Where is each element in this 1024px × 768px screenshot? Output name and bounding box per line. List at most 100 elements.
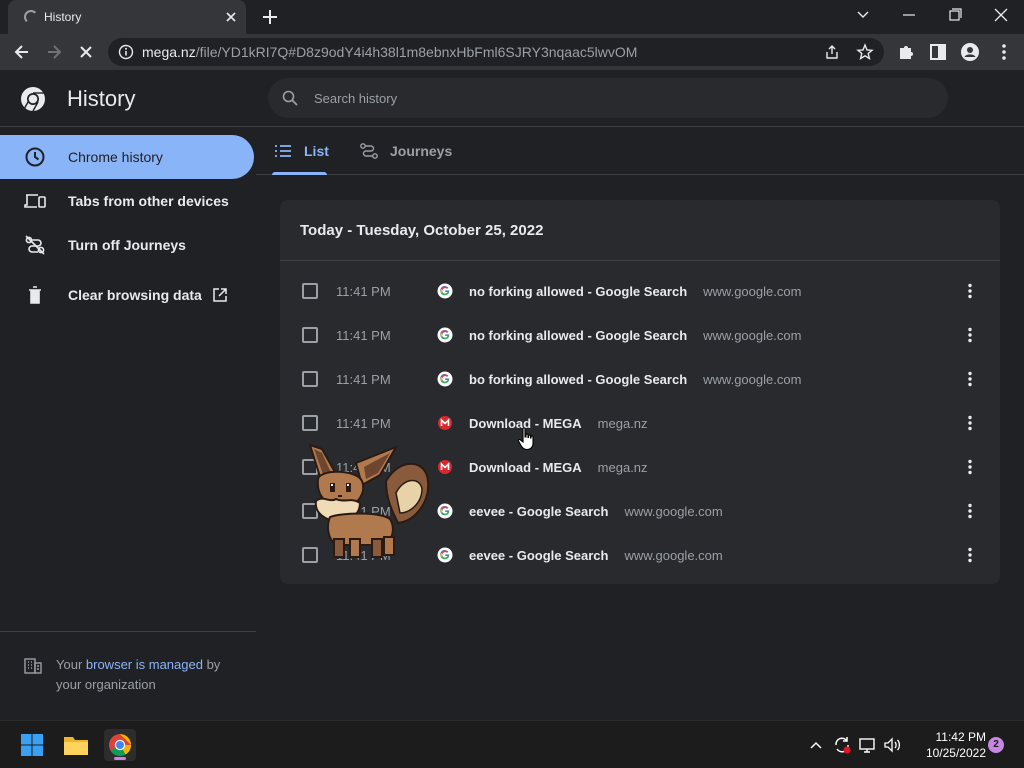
row-time: 11:41 PM	[336, 416, 391, 431]
row-checkbox[interactable]	[302, 327, 318, 343]
clock-time: 11:42 PM	[935, 730, 986, 744]
row-checkbox[interactable]	[302, 371, 318, 387]
more-actions-icon[interactable]	[960, 545, 980, 565]
row-time: 11:41 PM	[336, 372, 391, 387]
search-input[interactable]	[314, 78, 914, 118]
start-button[interactable]	[16, 729, 48, 761]
windows-logo-icon	[21, 734, 43, 756]
share-icon[interactable]	[824, 44, 840, 60]
row-time: 11:41 PM	[336, 284, 391, 299]
tab-search-chevron-icon[interactable]	[850, 4, 876, 26]
building-icon	[24, 658, 42, 674]
restore-button[interactable]	[942, 4, 968, 26]
history-row[interactable]: 11:41 PM no forking allowed - Google Sea…	[280, 313, 1000, 357]
google-favicon-icon	[437, 327, 453, 343]
sidebar-item-chrome-history[interactable]: Chrome history	[0, 135, 254, 179]
site-info-icon[interactable]	[118, 44, 134, 60]
url-host: mega.nz	[142, 44, 196, 60]
sidebar-item-label: Turn off Journeys	[68, 237, 186, 253]
volume-icon[interactable]	[882, 735, 902, 755]
tab-strip: History	[0, 0, 1024, 34]
tab-label: List	[304, 143, 329, 159]
google-favicon-icon	[437, 283, 453, 299]
close-window-button[interactable]	[988, 4, 1014, 26]
row-title[interactable]: bo forking allowed - Google Search www.go…	[469, 372, 801, 387]
history-tabs: List Journeys	[256, 127, 1024, 175]
profile-avatar-icon[interactable]	[960, 42, 980, 62]
sidebar-item-tabs-other-devices[interactable]: Tabs from other devices	[0, 179, 254, 223]
sidebar-item-turn-off-journeys[interactable]: Turn off Journeys	[0, 223, 254, 267]
more-actions-icon[interactable]	[960, 325, 980, 345]
row-domain: mega.nz	[597, 416, 648, 431]
search-history-box[interactable]	[268, 78, 948, 118]
forward-arrow-icon[interactable]	[44, 42, 64, 62]
taskbar-clock[interactable]: 11:42 PM 10/25/2022	[906, 729, 986, 761]
row-title[interactable]: Download - MEGA mega.nz	[469, 460, 648, 475]
managed-prefix: Your	[56, 657, 86, 672]
chrome-taskbar-button[interactable]	[104, 729, 136, 761]
history-row[interactable]: 11:41 PM Download - MEGAmega.nz	[280, 401, 1000, 445]
search-icon	[282, 90, 298, 106]
tab-list[interactable]: List	[272, 127, 329, 175]
show-hidden-icons-chevron-icon[interactable]	[806, 735, 826, 755]
more-actions-icon[interactable]	[960, 457, 980, 477]
google-favicon-icon	[437, 547, 453, 563]
row-domain: www.google.com	[703, 284, 802, 299]
more-actions-icon[interactable]	[960, 369, 980, 389]
row-title[interactable]: eevee - Google Search www.google.com	[469, 548, 723, 563]
row-domain: mega.nz	[597, 460, 648, 475]
stop-loading-icon[interactable]	[76, 42, 96, 62]
browser-tab-history[interactable]: History	[8, 0, 246, 34]
hand-cursor-icon	[517, 427, 534, 451]
sync-status-icon[interactable]	[832, 735, 852, 755]
row-title[interactable]: no forking allowed - Google Search www.go…	[469, 284, 801, 299]
active-tab-indicator	[272, 172, 327, 175]
chrome-logo-icon	[21, 87, 45, 112]
sidebar-item-label: Chrome history	[68, 149, 163, 165]
side-panel-icon[interactable]	[928, 42, 948, 62]
list-icon	[275, 145, 291, 157]
chrome-menu-icon[interactable]	[994, 42, 1014, 62]
extensions-puzzle-icon[interactable]	[896, 42, 916, 62]
page-title: History	[67, 86, 136, 111]
clock-icon	[25, 147, 45, 167]
file-explorer-button[interactable]	[60, 729, 92, 761]
row-domain: www.google.com	[703, 372, 802, 387]
more-actions-icon[interactable]	[960, 501, 980, 521]
eevee-sprite-image[interactable]	[300, 441, 432, 561]
browser-toolbar: mega.nz/file/YD1kRI7Q#D8z9odY4i4h38l1m8e…	[0, 34, 1024, 70]
devices-icon	[24, 194, 46, 208]
sidebar-item-clear-browsing-data[interactable]: Clear browsing data	[0, 273, 254, 317]
history-row[interactable]: 11:41 PM bo forking allowed - Google Sea…	[280, 357, 1000, 401]
row-title[interactable]: Download - MEGA mega.nz	[469, 416, 648, 431]
minimize-button[interactable]	[896, 4, 922, 26]
journeys-icon	[360, 143, 378, 159]
date-header: Today - Tuesday, October 25, 2022	[300, 222, 544, 239]
tab-label: Journeys	[390, 143, 453, 159]
network-icon[interactable]	[858, 735, 878, 755]
row-title[interactable]: no forking allowed - Google Search www.go…	[469, 328, 801, 343]
tab-title: History	[44, 10, 82, 24]
more-actions-icon[interactable]	[960, 281, 980, 301]
tab-journeys[interactable]: Journeys	[358, 127, 458, 175]
back-arrow-icon[interactable]	[12, 42, 32, 62]
row-checkbox[interactable]	[302, 283, 318, 299]
google-favicon-icon	[437, 503, 453, 519]
close-tab-icon[interactable]	[222, 8, 240, 26]
new-tab-button[interactable]	[260, 7, 280, 27]
more-actions-icon[interactable]	[960, 413, 980, 433]
address-bar[interactable]: mega.nz/file/YD1kRI7Q#D8z9odY4i4h38l1m8e…	[108, 38, 884, 66]
loading-spinner-icon	[24, 10, 38, 24]
bookmark-star-icon[interactable]	[856, 43, 874, 61]
history-row[interactable]: 11:41 PM no forking allowed - Google Sea…	[280, 269, 1000, 313]
row-checkbox[interactable]	[302, 415, 318, 431]
google-favicon-icon	[437, 371, 453, 387]
notification-badge[interactable]: 2	[988, 737, 1004, 753]
browser-managed-link[interactable]: browser is managed	[86, 657, 203, 672]
mega-favicon-icon	[438, 460, 452, 474]
managed-notice: Your browser is managed by your organiza…	[24, 655, 244, 695]
sidebar-divider	[0, 631, 256, 632]
sidebar-item-label: Clear browsing data	[68, 287, 202, 303]
url-text: mega.nz/file/YD1kRI7Q#D8z9odY4i4h38l1m8e…	[142, 44, 637, 60]
row-title[interactable]: eevee - Google Search www.google.com	[469, 504, 723, 519]
